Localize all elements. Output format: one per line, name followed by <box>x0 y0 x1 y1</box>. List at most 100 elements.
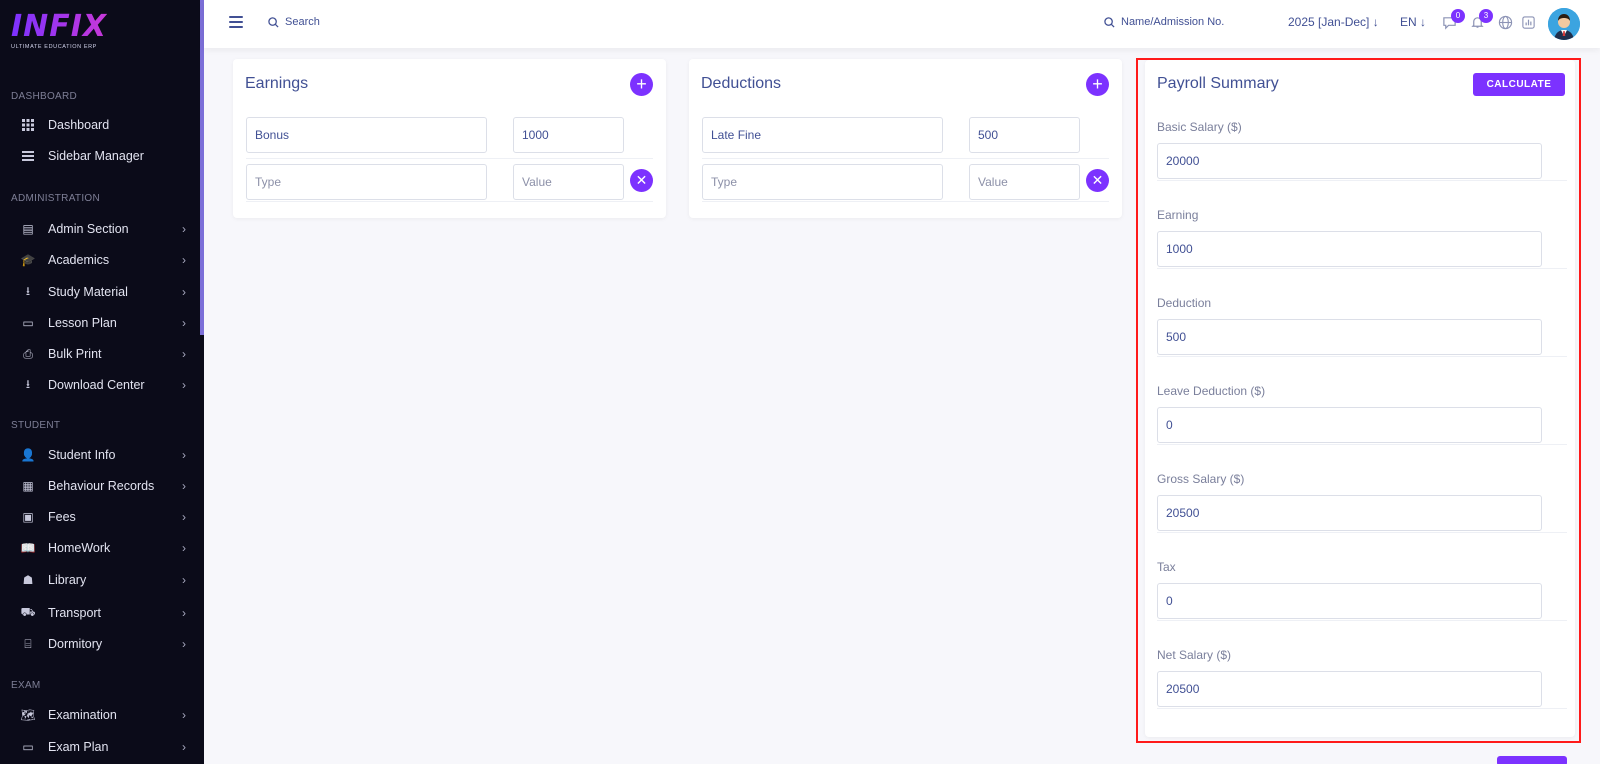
notifications-count-badge: 3 <box>1479 9 1493 23</box>
row-divider <box>702 201 1109 202</box>
chevron-right-icon: › <box>182 285 186 299</box>
avatar[interactable] <box>1548 8 1580 40</box>
sidebar-item-bulk-print[interactable]: ⎙ Bulk Print › <box>0 342 200 366</box>
sidebar-item-label: Dormitory <box>48 637 103 651</box>
sidebar-item-student-info[interactable]: 👤 Student Info › <box>0 443 200 467</box>
messages-button[interactable]: 0 <box>1442 9 1465 31</box>
lesson-icon: ▭ <box>22 316 34 330</box>
gross-salary-input[interactable] <box>1157 495 1542 531</box>
sidebar-item-exam-plan[interactable]: ▭ Exam Plan › <box>0 735 200 759</box>
earning-type-input-new[interactable] <box>246 164 487 200</box>
leave-deduction-input[interactable] <box>1157 407 1542 443</box>
printer-icon: ⎙ <box>23 346 33 361</box>
chevron-right-icon: › <box>182 448 186 462</box>
deduction-type-input-new[interactable] <box>702 164 943 200</box>
add-earning-button[interactable]: + <box>630 73 653 96</box>
sidebar-scrollbar[interactable] <box>200 0 204 335</box>
remove-earning-button[interactable]: ✕ <box>630 169 653 192</box>
submit-button[interactable] <box>1497 756 1567 764</box>
earning-total-input[interactable] <box>1157 231 1542 267</box>
search-input[interactable]: Search <box>268 16 320 28</box>
sidebar-item-dashboard[interactable]: Dashboard <box>0 113 200 137</box>
chevron-right-icon: › <box>182 222 186 236</box>
sidebar-item-behaviour-records[interactable]: ▦ Behaviour Records › <box>0 474 200 498</box>
sidebar-item-label: Bulk Print <box>48 347 102 361</box>
net-salary-input[interactable] <box>1157 671 1542 707</box>
row-divider <box>1157 708 1567 709</box>
chevron-right-icon: › <box>182 573 186 587</box>
row-divider <box>1157 356 1567 357</box>
notifications-button[interactable]: 3 <box>1470 9 1493 31</box>
sidebar-item-label: Academics <box>48 253 110 267</box>
grid-icon <box>21 118 35 132</box>
sidebar: INFIX ULTIMATE EDUCATION ERP DASHBOARD D… <box>0 0 204 764</box>
close-icon: ✕ <box>635 172 648 188</box>
section-title-dashboard: DASHBOARD <box>11 91 78 102</box>
bed-icon: ⌸ <box>24 636 32 651</box>
plus-icon: + <box>1092 74 1103 94</box>
chevron-right-icon: › <box>182 606 186 620</box>
sidebar-item-label: Examination <box>48 708 117 722</box>
sidebar-item-homework[interactable]: 📖 HomeWork › <box>0 536 200 560</box>
calculate-button[interactable]: CALCULATE <box>1473 73 1565 96</box>
sidebar-item-library[interactable]: ☗ Library › <box>0 568 200 592</box>
earning-type-input[interactable] <box>246 117 487 153</box>
search-icon <box>268 16 279 28</box>
chevron-right-icon: › <box>182 316 186 330</box>
deduction-total-input[interactable] <box>1157 319 1542 355</box>
row-divider <box>1157 444 1567 445</box>
sidebar-item-label: Student Info <box>48 448 116 462</box>
leave-deduction-label: Leave Deduction ($) <box>1157 384 1266 398</box>
search-icon <box>1104 16 1115 28</box>
topbar: Search Name/Admission No. 2025 [Jan-Dec]… <box>204 0 1600 48</box>
chevron-right-icon: › <box>182 708 186 722</box>
close-icon: ✕ <box>1091 172 1104 188</box>
section-title-exam: EXAM <box>11 680 41 691</box>
exam-plan-icon: ▭ <box>22 740 34 754</box>
deduction-type-input[interactable] <box>702 117 943 153</box>
deduction-value-input-new[interactable] <box>969 164 1080 200</box>
sidebar-item-study-material[interactable]: ⭳ Study Material › <box>0 280 200 304</box>
section-title-student: STUDENT <box>11 420 61 431</box>
chevron-right-icon: › <box>182 479 186 493</box>
earning-value-input[interactable] <box>513 117 624 153</box>
name-admission-search-input[interactable]: Name/Admission No. <box>1104 16 1224 28</box>
add-deduction-button[interactable]: + <box>1086 73 1109 96</box>
website-button[interactable] <box>1498 15 1514 31</box>
logo[interactable]: INFIX ULTIMATE EDUCATION ERP <box>11 9 108 51</box>
sidebar-item-fees[interactable]: ▣ Fees › <box>0 505 200 529</box>
sidebar-item-label: Fees <box>48 510 76 524</box>
row-divider <box>246 201 653 202</box>
plus-icon: + <box>636 74 647 94</box>
language-selector[interactable]: EN ↓ <box>1400 15 1426 29</box>
menu-toggle-icon[interactable] <box>229 16 243 28</box>
row-divider <box>1157 180 1567 181</box>
language-label: EN <box>1400 15 1417 29</box>
sidebar-item-lesson-plan[interactable]: ▭ Lesson Plan › <box>0 311 200 335</box>
sidebar-item-label: Download Center <box>48 378 145 392</box>
deduction-value-input[interactable] <box>969 117 1080 153</box>
logo-text: INFIX <box>11 9 108 44</box>
remove-deduction-button[interactable]: ✕ <box>1086 169 1109 192</box>
row-divider <box>1157 532 1567 533</box>
deductions-card: Deductions + ✕ <box>689 59 1122 218</box>
reports-button[interactable] <box>1521 15 1537 31</box>
sidebar-item-examination[interactable]: 🗺 Examination › <box>0 703 200 727</box>
net-salary-label: Net Salary ($) <box>1157 648 1232 662</box>
chevron-right-icon: › <box>182 347 186 361</box>
chevron-right-icon: › <box>182 740 186 754</box>
sidebar-item-dormitory[interactable]: ⌸ Dormitory › <box>0 632 200 656</box>
tax-input[interactable] <box>1157 583 1542 619</box>
sidebar-item-admin-section[interactable]: ▤ Admin Section › <box>0 217 200 241</box>
earning-value-input-new[interactable] <box>513 164 624 200</box>
sidebar-item-transport[interactable]: ⛟ Transport › <box>0 601 200 625</box>
session-selector[interactable]: 2025 [Jan-Dec] ↓ <box>1288 15 1379 29</box>
sidebar-item-sidebar-manager[interactable]: Sidebar Manager <box>0 144 200 168</box>
sidebar-item-download-center[interactable]: ⭳ Download Center › <box>0 373 200 397</box>
sidebar-item-academics[interactable]: 🎓 Academics › <box>0 248 200 272</box>
deduction-label: Deduction <box>1157 296 1212 310</box>
deductions-title: Deductions <box>701 75 782 92</box>
sidebar-item-label: Dashboard <box>48 118 110 132</box>
basic-salary-input[interactable] <box>1157 143 1542 179</box>
chevron-right-icon: › <box>182 378 186 392</box>
